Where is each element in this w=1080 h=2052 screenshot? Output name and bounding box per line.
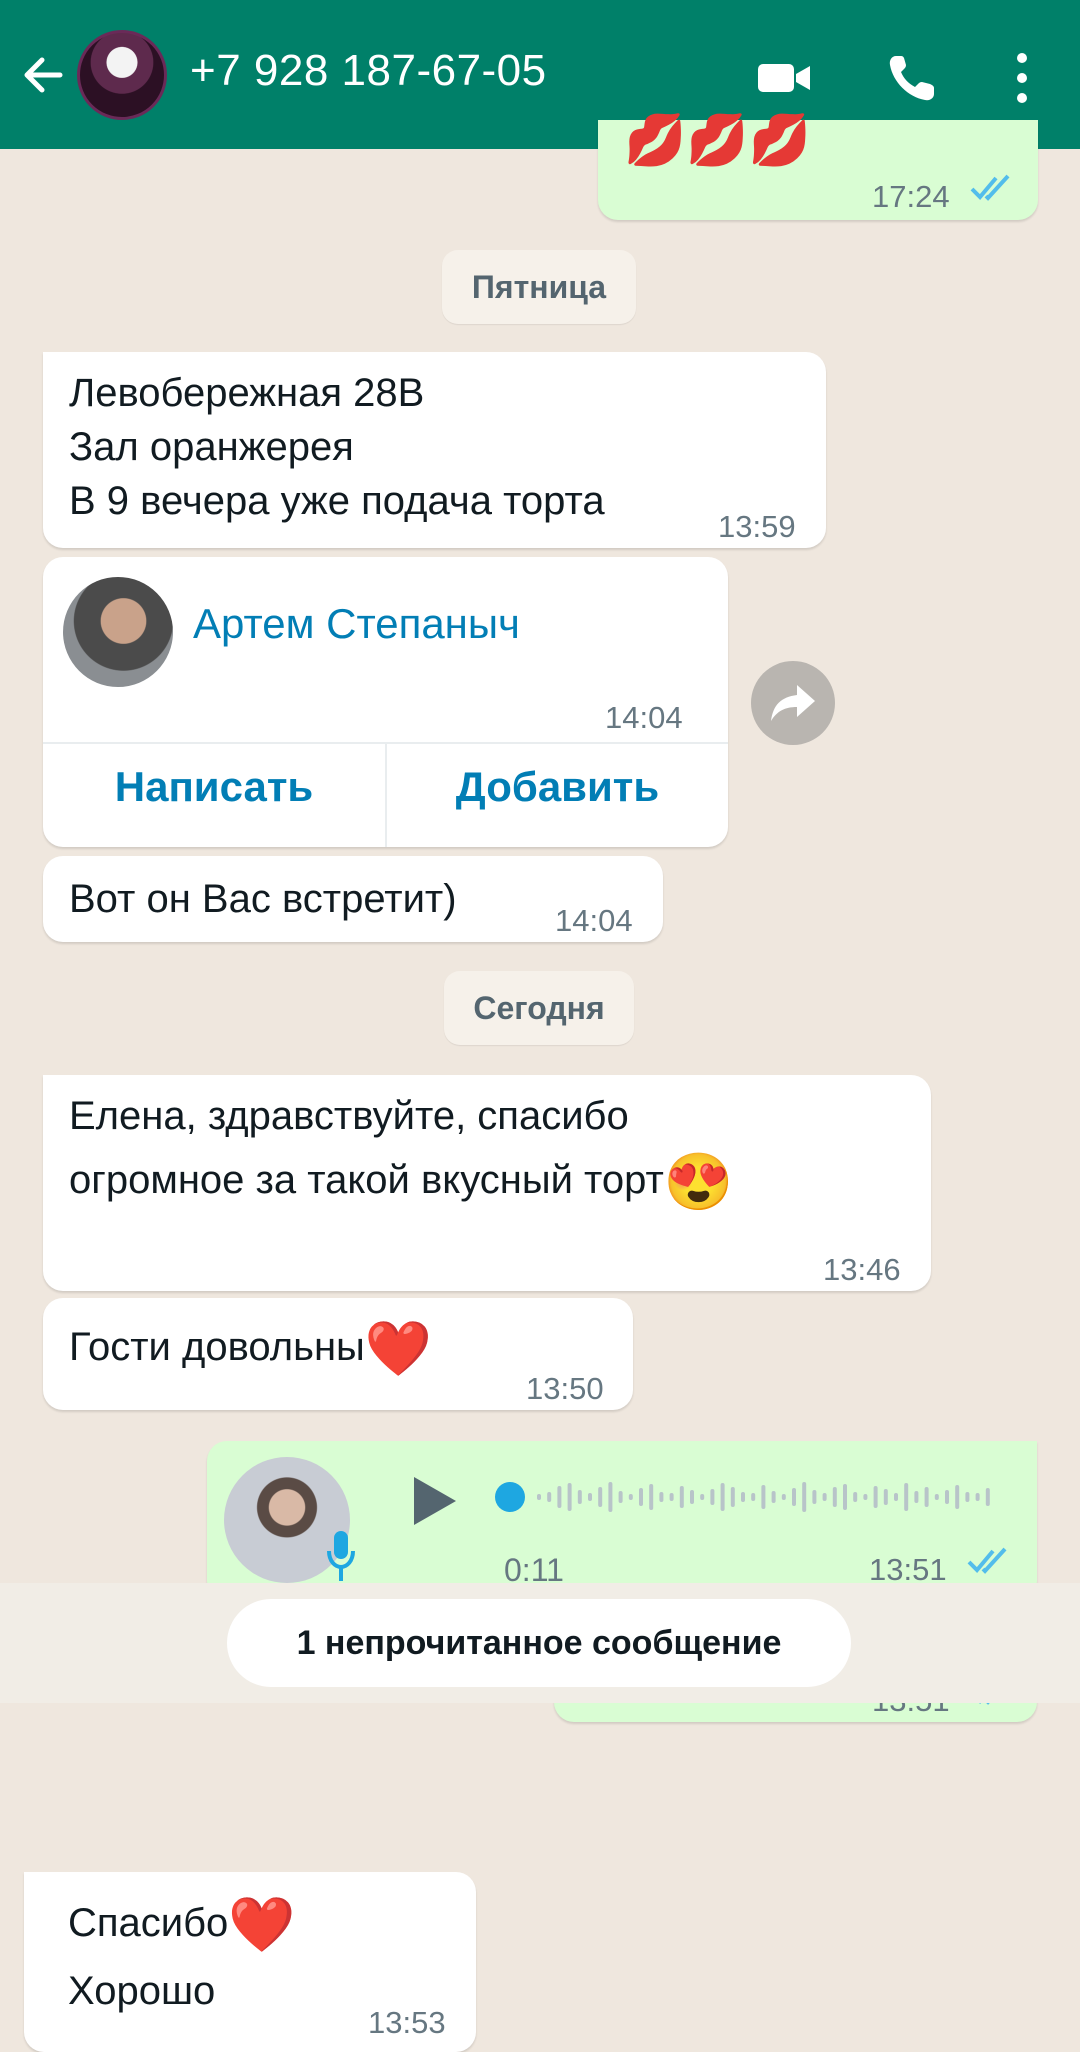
double-check-icon — [967, 1547, 1007, 1574]
message-text-line: Гости довольны❤️ — [69, 1320, 432, 1376]
waveform-bar — [557, 1486, 562, 1508]
message-text: Левобережная 28В — [69, 371, 425, 415]
message-text: огромное за такой вкусный торт — [69, 1158, 664, 1202]
waveform-bar — [924, 1487, 929, 1507]
waveform-bar — [741, 1492, 745, 1502]
contact-photo[interactable] — [63, 577, 173, 687]
play-icon[interactable] — [402, 1471, 462, 1531]
waveform-bar — [567, 1483, 572, 1511]
unread-label: 1 непрочитанное сообщение — [227, 1599, 851, 1687]
contact-card[interactable]: Артем Степаныч 14:04 Написать Добавить — [43, 557, 728, 847]
waveform-bar — [843, 1484, 847, 1510]
chat-title[interactable]: +7 928 187-67-05 — [190, 46, 547, 96]
message-outgoing[interactable]: 💋💋💋 17:24 — [598, 112, 1038, 220]
forward-button[interactable] — [751, 661, 835, 745]
message-time: 14:04 — [555, 903, 633, 938]
waveform-bar — [537, 1494, 541, 1500]
more-vert-icon[interactable] — [1000, 50, 1040, 106]
message-text: Елена, здравствуйте, спасибо — [69, 1094, 629, 1138]
waveform-bar — [700, 1494, 705, 1500]
waveform-bar — [608, 1482, 613, 1512]
message-time: 17:24 — [872, 179, 950, 214]
waveform-bar — [894, 1493, 898, 1501]
waveform-bar — [751, 1493, 756, 1501]
contact-name[interactable]: Артем Степаныч — [193, 597, 520, 651]
waveform-bar — [761, 1485, 766, 1509]
waveform-bar — [955, 1485, 960, 1509]
waveform-bar — [679, 1486, 684, 1508]
waveform-bar — [618, 1491, 623, 1503]
waveform-bar — [985, 1488, 990, 1506]
date-separator: Сегодня — [444, 971, 634, 1045]
microphone-icon — [327, 1531, 355, 1581]
waveform-bar — [792, 1488, 796, 1506]
waveform-bar — [873, 1486, 878, 1508]
waveform-bar — [832, 1487, 837, 1507]
voice-message[interactable]: 0:11 13:51 — [207, 1441, 1037, 1601]
waveform-bar — [720, 1483, 725, 1511]
heart-eyes-emoji: 😍 — [663, 1150, 734, 1214]
message-time: 13:50 — [526, 1371, 604, 1406]
waveform-bar — [588, 1493, 592, 1501]
message-time: 13:46 — [823, 1252, 901, 1287]
waveform-bar — [781, 1494, 786, 1500]
message-text: Хорошо — [68, 1969, 216, 2013]
message-incoming[interactable]: Спасибо❤️ Хорошо 13:53 — [24, 1872, 476, 2052]
double-check-icon — [970, 174, 1010, 201]
waveform-bar — [730, 1487, 735, 1507]
waveform-bar — [975, 1493, 980, 1501]
message-text: Гости довольны — [69, 1325, 365, 1369]
forward-icon — [771, 685, 815, 721]
waveform-bar — [690, 1490, 694, 1504]
waveform-bar — [649, 1484, 654, 1510]
waveform-bar — [577, 1490, 582, 1504]
kiss-emoji: 💋💋💋 — [624, 112, 811, 168]
red-heart-emoji: ❤️ — [364, 1319, 433, 1380]
waveform-bar — [883, 1489, 888, 1505]
waveform-bar — [812, 1490, 817, 1504]
playhead-handle[interactable] — [495, 1482, 525, 1512]
waveform-bar — [710, 1489, 715, 1505]
voice-waveform[interactable] — [487, 1467, 1007, 1527]
waveform-bar — [914, 1491, 919, 1503]
waveform-bar — [628, 1494, 633, 1500]
waveform-bar — [598, 1487, 603, 1507]
waveform-bar — [904, 1483, 909, 1511]
waveform-bar — [659, 1492, 664, 1502]
message-time: 13:59 — [718, 509, 796, 544]
date-separator: Пятница — [442, 250, 636, 324]
arrow-left-icon[interactable] — [18, 50, 68, 100]
waveform-bar — [853, 1492, 858, 1502]
waveform-bar — [945, 1490, 949, 1504]
waveform-bar — [639, 1488, 643, 1506]
waveform-bar — [822, 1493, 827, 1501]
message-incoming[interactable]: Вот он Вас встретит) 14:04 — [43, 856, 663, 942]
video-camera-icon[interactable] — [756, 50, 812, 106]
message-incoming[interactable]: Гости довольны❤️ 13:50 — [43, 1298, 633, 1410]
red-heart-emoji: ❤️ — [228, 1895, 296, 1956]
message-incoming[interactable]: Левобережная 28В Зал оранжерея В 9 вечер… — [43, 352, 826, 548]
message-text: Вот он Вас встретит) — [69, 877, 457, 921]
phone-icon[interactable] — [884, 50, 940, 106]
waveform-bar — [934, 1494, 939, 1500]
message-text: Спасибо — [68, 1901, 229, 1945]
add-contact-button[interactable]: Добавить — [387, 737, 728, 837]
waveform-bar — [669, 1493, 674, 1501]
waveform-bar — [771, 1491, 776, 1503]
waveform-bar — [547, 1492, 552, 1502]
message-incoming[interactable]: Елена, здравствуйте, спасибо огромное за… — [43, 1075, 931, 1291]
waveform-bar — [863, 1494, 868, 1500]
message-contact-button[interactable]: Написать — [43, 737, 385, 837]
message-text: Зал оранжерея — [69, 425, 354, 469]
message-text-line: Спасибо❤️ — [68, 1896, 296, 1952]
waveform-bar — [802, 1482, 807, 1512]
message-text: В 9 вечера уже подача торта — [69, 479, 605, 523]
waveform-bar — [965, 1492, 970, 1502]
message-text-line: огромное за такой вкусный торт😍 — [69, 1150, 734, 1214]
contact-avatar[interactable] — [77, 30, 167, 120]
